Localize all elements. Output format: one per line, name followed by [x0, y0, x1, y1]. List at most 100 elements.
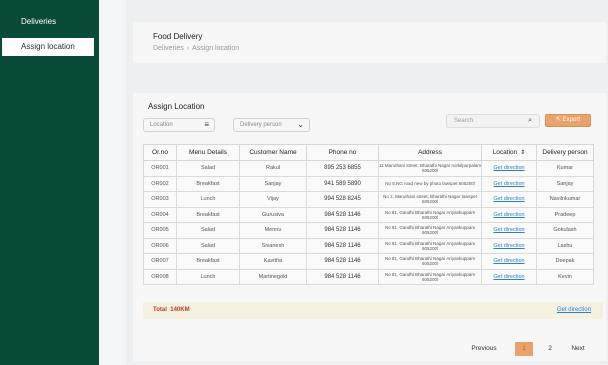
- cell-customer: Mennu: [239, 222, 307, 239]
- cell-menu: Salad: [176, 237, 240, 254]
- sidebar-item-deliveries[interactable]: Deliveries: [2, 13, 94, 31]
- col-header-address: Address: [378, 144, 482, 161]
- total-label: Total 140KM: [153, 307, 190, 313]
- cell-delivery-person: Deepak: [536, 253, 594, 270]
- total-value: 140KM: [170, 307, 190, 313]
- pagination-page-2[interactable]: 2: [541, 342, 559, 356]
- cell-order-no: OR005: [143, 222, 177, 239]
- cell-order-no: OR001: [143, 160, 177, 177]
- location-header-label: Location: [492, 149, 518, 156]
- get-direction-link[interactable]: Get direction: [481, 237, 537, 254]
- delivery-person-select[interactable]: Delivery person ⌄: [233, 118, 310, 132]
- cell-customer: Martinegold: [239, 268, 307, 285]
- cell-menu: Lunch: [176, 191, 240, 208]
- cell-address: 11 Maruthani street, Bharathi Nagar nork…: [378, 160, 482, 177]
- breadcrumb-deliveries[interactable]: Deliveries: [153, 45, 184, 52]
- orders-table: Or.no Menu Details Customer Name Phone n…: [143, 144, 594, 285]
- sidebar-item-assign-location[interactable]: Assign location: [2, 38, 94, 56]
- search-icon: ⌕: [528, 117, 532, 124]
- cell-phone: 994 528 8245: [306, 191, 379, 208]
- cell-delivery-person: Navilnkumar: [536, 191, 594, 208]
- delivery-person-select-label: Delivery person: [240, 122, 282, 128]
- table-row: OR003 Lunch Vijay 994 528 8245 No 2, Mar…: [143, 191, 594, 208]
- cell-address: No 81, Gandhi Bharathi Nagar Ariyankuppa…: [378, 268, 482, 285]
- cell-phone: 941 589 5890: [306, 175, 379, 192]
- cell-phone: 984 528 1146: [306, 206, 379, 223]
- page-title: Food Delivery: [153, 32, 203, 41]
- pagination-page-1[interactable]: 1: [515, 342, 533, 356]
- pagination-next[interactable]: Next: [565, 342, 591, 356]
- table-row: OR004 Breakfast Gurusiva 984 528 1146 No…: [143, 206, 594, 223]
- search-input[interactable]: Search ⌕: [446, 114, 540, 128]
- cell-phone: 984 528 1146: [306, 253, 379, 270]
- cell-menu: Breakfast: [176, 175, 240, 192]
- export-button-label: Export: [562, 117, 581, 123]
- get-direction-link[interactable]: Get direction: [481, 253, 537, 270]
- table-row: OR005 Salad Mennu 984 528 1146 No 81, Ga…: [143, 222, 594, 239]
- get-direction-link[interactable]: Get direction: [481, 206, 537, 223]
- get-direction-link[interactable]: Get direction: [481, 160, 537, 177]
- breadcrumb: Deliveries › Assign location: [153, 45, 239, 52]
- table-header-row: Or.no Menu Details Customer Name Phone n…: [143, 144, 594, 161]
- cell-address: No 81, Gandhi Bharathi Nagar Ariyankuppa…: [378, 253, 482, 270]
- col-header-location[interactable]: Location ⇕: [481, 144, 537, 161]
- cell-phone: 984 528 1146: [306, 268, 379, 285]
- cell-menu: Breakfast: [176, 206, 240, 223]
- pagination-previous[interactable]: Previous: [464, 342, 504, 356]
- col-header-order-no: Or.no: [143, 144, 177, 161]
- cell-customer: Sanjay: [239, 175, 307, 192]
- cell-menu: Salad: [176, 160, 240, 177]
- filter-lines-icon: ≡: [204, 120, 209, 129]
- get-direction-link[interactable]: Get direction: [481, 191, 537, 208]
- total-get-direction-link[interactable]: Get direction: [557, 307, 591, 313]
- cell-address: No 2, Maruthani street, Bharathi Nagar l…: [378, 191, 482, 208]
- cell-phone: 895 253 6855: [306, 160, 379, 177]
- cell-menu: Lunch: [176, 268, 240, 285]
- cell-customer: Kavitha: [239, 253, 307, 270]
- cell-customer: Rakul: [239, 160, 307, 177]
- cell-delivery-person: Kumar: [536, 160, 594, 177]
- cell-delivery-person: Lashu: [536, 237, 594, 254]
- content-gutter: [99, 0, 126, 365]
- cell-delivery-person: Kevin: [536, 268, 594, 285]
- sidebar: Deliveries Assign location: [0, 0, 99, 365]
- table-row: OR001 Salad Rakul 895 253 6855 11 Maruth…: [143, 160, 594, 177]
- table-row: OR002 Breakfast Sanjay 941 589 5890 No 5…: [143, 175, 594, 192]
- cell-order-no: OR008: [143, 268, 177, 285]
- cell-order-no: OR003: [143, 191, 177, 208]
- search-placeholder: Search: [454, 118, 474, 124]
- table-row: OR007 Breakfast Kavitha 984 528 1146 No …: [143, 253, 594, 270]
- col-header-phone: Phone no: [306, 144, 379, 161]
- export-button[interactable]: ⇱ Export: [545, 114, 591, 127]
- sort-icon[interactable]: ⇕: [520, 150, 525, 156]
- total-distance-bar: Total 140KM Get direction: [143, 302, 603, 319]
- export-icon: ⇱: [555, 117, 561, 123]
- location-select[interactable]: Location ≡: [143, 118, 215, 132]
- get-direction-link[interactable]: Get direction: [481, 268, 537, 285]
- cell-customer: Vijay: [239, 191, 307, 208]
- col-header-customer-name: Customer Name: [239, 144, 307, 161]
- location-select-label: Location: [150, 122, 173, 128]
- cell-address: No 5,NG road new by photo lawspet 605200…: [378, 175, 482, 192]
- page-header: Food Delivery Deliveries › Assign location: [133, 22, 606, 63]
- get-direction-link[interactable]: Get direction: [481, 222, 537, 239]
- chevron-down-icon: ⌄: [297, 120, 304, 129]
- cell-delivery-person: Gokulash: [536, 222, 594, 239]
- cell-address: No 81, Gandhi Bharathi Nagar Ariyankuppa…: [378, 222, 482, 239]
- cell-order-no: OR007: [143, 253, 177, 270]
- cell-order-no: OR002: [143, 175, 177, 192]
- card-title: Assign Location: [148, 102, 205, 111]
- total-text: Total: [153, 307, 167, 313]
- get-direction-link[interactable]: Get direction: [481, 175, 537, 192]
- cell-phone: 984 528 1146: [306, 237, 379, 254]
- col-header-delivery-person: Delivery person: [536, 144, 594, 161]
- table-row: OR008 Lunch Martinegold 984 528 1146 No …: [143, 268, 594, 285]
- cell-delivery-person: Sanjay: [536, 175, 594, 192]
- cell-customer: Gurusiva: [239, 206, 307, 223]
- cell-phone: 984 528 1146: [306, 222, 379, 239]
- col-header-menu-details: Menu Details: [176, 144, 240, 161]
- table-row: OR006 Salad Sivanesh 984 528 1146 No 81,…: [143, 237, 594, 254]
- cell-menu: Salad: [176, 222, 240, 239]
- breadcrumb-assign-location: Assign location: [192, 45, 240, 52]
- assign-location-card: Assign Location Location ≡ Delivery pers…: [133, 93, 606, 361]
